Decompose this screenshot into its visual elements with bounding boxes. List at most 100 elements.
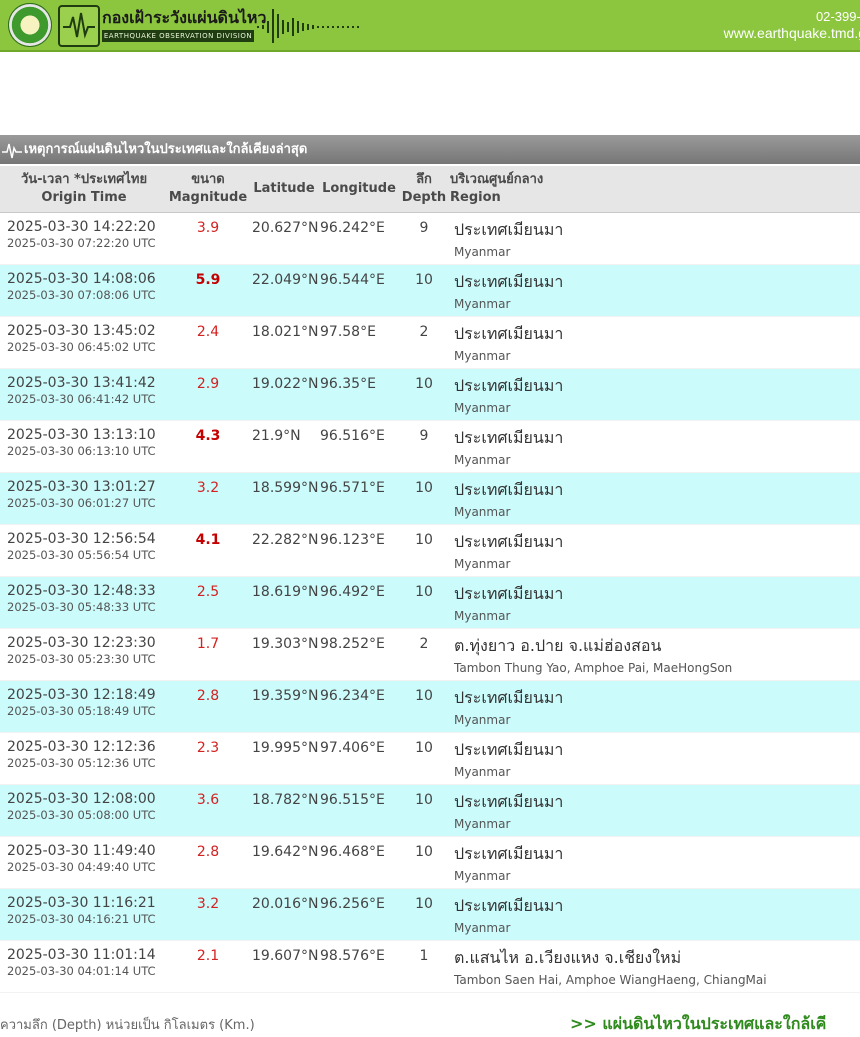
depth-value: 9 [419,220,429,236]
table-row[interactable]: 2025-03-30 12:56:54 2025-03-30 05:56:54 U… [0,524,860,577]
depth-value: 10 [415,480,433,496]
cell-origin-time: 2025-03-30 11:01:14 2025-03-30 04:01:14 U… [0,940,168,993]
cell-latitude: 20.627°N [248,212,320,265]
table-row[interactable]: 2025-03-30 11:01:14 2025-03-30 04:01:14 U… [0,940,860,993]
region-english: Myanmar [454,297,511,311]
cell-origin-time: 2025-03-30 13:01:27 2025-03-30 06:01:27 U… [0,472,168,525]
header-region[interactable]: บริเวณศูนย์กลาง Region [450,166,860,213]
depth-unit-note: ความลึก (Depth) หน่วยเป็น กิโลเมตร (Km.) [0,1018,255,1033]
header-magnitude[interactable]: ขนาด Magnitude [168,166,248,213]
table-row[interactable]: 2025-03-30 12:23:30 2025-03-30 05:23:30 U… [0,628,860,681]
magnitude-value: 3.2 [196,896,220,912]
origin-time-local: 2025-03-30 12:23:30 [7,635,156,651]
header-depth-thai: ลึก [416,172,432,187]
cell-magnitude: 4.3 [168,420,248,473]
latitude-value: 18.619°N [252,584,319,600]
cell-longitude: 96.123°E [320,524,398,577]
header-depth[interactable]: ลึก Depth [398,166,450,213]
depth-value: 10 [415,688,433,704]
magnitude-value: 2.1 [196,948,220,964]
brand-name-thai[interactable]: กองเฝ้าระวังแผ่นดินไหว [102,6,266,31]
cell-longitude: 98.576°E [320,940,398,993]
seismograph-logo-icon[interactable] [58,5,100,47]
cell-depth: 10 [398,732,450,785]
origin-time-local: 2025-03-30 11:49:40 [7,843,156,859]
site-header: กองเฝ้าระวังแผ่นดินไหว EARTHQUAKE OBSERV… [0,0,860,52]
table-row[interactable]: 2025-03-30 13:45:02 2025-03-30 06:45:02 U… [0,316,860,369]
table-row[interactable]: 2025-03-30 11:16:21 2025-03-30 04:16:21 U… [0,888,860,941]
depth-value: 10 [415,740,433,756]
table-row[interactable]: 2025-03-30 12:08:00 2025-03-30 05:08:00 U… [0,784,860,837]
cell-origin-time: 2025-03-30 12:08:00 2025-03-30 05:08:00 U… [0,784,168,837]
depth-value: 10 [415,376,433,392]
region-english: Myanmar [454,557,511,571]
depth-value: 9 [419,428,429,444]
seismograph-wave-icon [257,9,359,43]
header-longitude[interactable]: Longitude [320,166,398,213]
cell-depth: 10 [398,264,450,317]
cell-longitude: 96.571°E [320,472,398,525]
origin-time-local: 2025-03-30 13:45:02 [7,323,156,339]
region-thai: ประเทศเมียนมา [454,792,564,811]
longitude-value: 96.516°E [320,428,385,444]
cell-depth: 10 [398,784,450,837]
region-english: Tambon Saen Hai, Amphoe WiangHaeng, Chia… [454,973,767,987]
magnitude-value: 2.9 [196,376,220,392]
region-thai: ต.ทุ่งยาว อ.ปาย จ.แม่ฮ่องสอน [454,636,662,655]
magnitude-value: 2.4 [196,324,220,340]
longitude-value: 97.58°E [320,324,376,340]
origin-time-local: 2025-03-30 13:41:42 [7,375,156,391]
table-row[interactable]: 2025-03-30 12:12:36 2025-03-30 05:12:36 U… [0,732,860,785]
table-row[interactable]: 2025-03-30 13:01:27 2025-03-30 06:01:27 U… [0,472,860,525]
cell-region: ประเทศเมียนมา Myanmar [450,836,860,889]
cell-magnitude: 2.4 [168,316,248,369]
region-english: Tambon Thung Yao, Amphoe Pai, MaeHongSon [454,661,733,675]
origin-time-utc: 2025-03-30 05:12:36 UTC [7,756,156,770]
longitude-value: 96.256°E [320,896,385,912]
region-thai: ประเทศเมียนมา [454,480,564,499]
cell-depth: 10 [398,524,450,577]
more-earthquakes-link[interactable]: >> แผ่นดินไหวในประเทศและใกล้เคี [570,1012,826,1037]
origin-time-utc: 2025-03-30 06:45:02 UTC [7,340,156,354]
header-website-link[interactable]: www.earthquake.tmd.g [724,25,860,42]
origin-time-local: 2025-03-30 13:13:10 [7,427,156,443]
table-row[interactable]: 2025-03-30 14:22:20 2025-03-30 07:22:20 U… [0,212,860,265]
cell-origin-time: 2025-03-30 13:45:02 2025-03-30 06:45:02 U… [0,316,168,369]
region-english: Myanmar [454,245,511,259]
cell-longitude: 96.234°E [320,680,398,733]
table-row[interactable]: 2025-03-30 11:49:40 2025-03-30 04:49:40 U… [0,836,860,889]
cell-magnitude: 2.3 [168,732,248,785]
table-row[interactable]: 2025-03-30 14:08:06 2025-03-30 07:08:06 U… [0,264,860,317]
header-latitude[interactable]: Latitude [248,166,320,213]
cell-region: ประเทศเมียนมา Myanmar [450,420,860,473]
region-english: Myanmar [454,453,511,467]
region-thai: ประเทศเมียนมา [454,584,564,603]
section-title: เหตุการณ์แผ่นดินไหวในประเทศและใกล้เคียงล… [24,142,308,157]
table-row[interactable]: 2025-03-30 13:41:42 2025-03-30 06:41:42 U… [0,368,860,421]
cell-origin-time: 2025-03-30 12:12:36 2025-03-30 05:12:36 U… [0,732,168,785]
cell-region: ประเทศเมียนมา Myanmar [450,784,860,837]
latitude-value: 20.016°N [252,896,319,912]
origin-time-local: 2025-03-30 14:08:06 [7,271,156,287]
cell-latitude: 19.303°N [248,628,320,681]
table-row[interactable]: 2025-03-30 13:13:10 2025-03-30 06:13:10 U… [0,420,860,473]
region-english: Myanmar [454,505,511,519]
longitude-value: 96.492°E [320,584,385,600]
cell-origin-time: 2025-03-30 12:23:30 2025-03-30 05:23:30 U… [0,628,168,681]
region-thai: ประเทศเมียนมา [454,740,564,759]
depth-value: 10 [415,584,433,600]
origin-time-utc: 2025-03-30 07:22:20 UTC [7,236,156,250]
table-row[interactable]: 2025-03-30 12:48:33 2025-03-30 05:48:33 U… [0,576,860,629]
depth-value: 2 [419,636,429,652]
depth-value: 10 [415,844,433,860]
region-thai: ต.แสนไห อ.เวียงแหง จ.เชียงใหม่ [454,948,682,967]
cell-origin-time: 2025-03-30 11:49:40 2025-03-30 04:49:40 U… [0,836,168,889]
header-origin-time[interactable]: วัน-เวลา *ประเทศไทย Origin Time [0,166,168,213]
table-row[interactable]: 2025-03-30 12:18:49 2025-03-30 05:18:49 U… [0,680,860,733]
region-thai: ประเทศเมียนมา [454,220,564,239]
seal-logo-icon[interactable] [8,3,52,47]
cell-magnitude: 2.8 [168,680,248,733]
origin-time-utc: 2025-03-30 05:18:49 UTC [7,704,156,718]
cell-depth: 10 [398,888,450,941]
region-english: Myanmar [454,869,511,883]
